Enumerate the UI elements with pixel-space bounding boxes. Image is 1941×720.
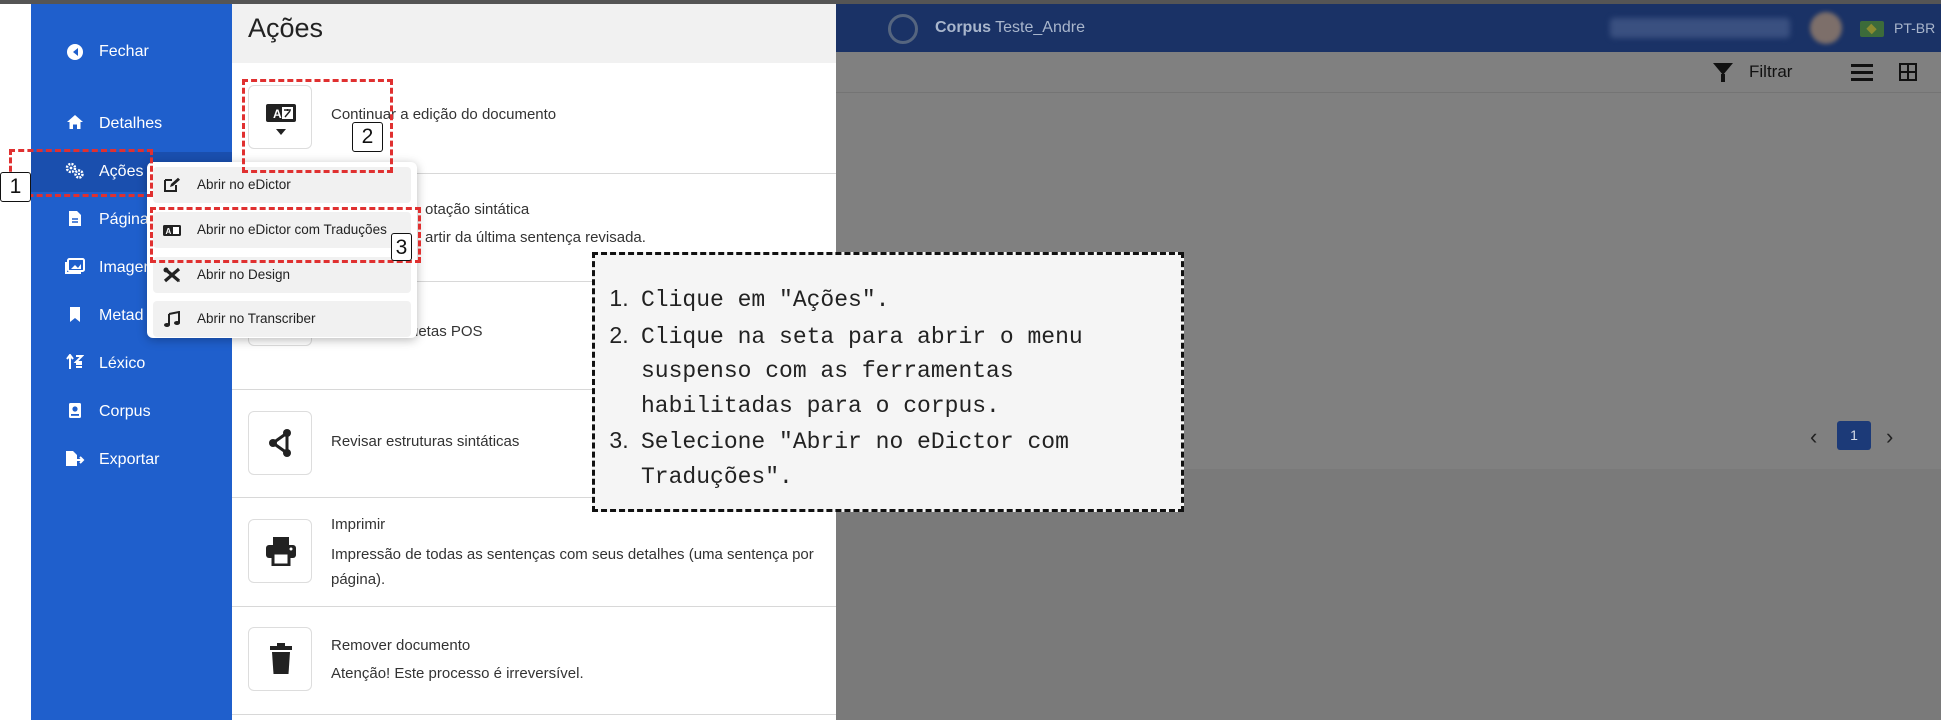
chevron-left-icon[interactable]: ‹ bbox=[1810, 424, 1817, 450]
sidebar-item-label: Fechar bbox=[99, 43, 149, 60]
instructions-box: Clique em "Ações". Clique na seta para a… bbox=[592, 252, 1184, 512]
corpus-name: Teste_Andre bbox=[995, 19, 1085, 36]
sort-icon bbox=[65, 353, 85, 374]
edit-icon bbox=[164, 177, 180, 192]
instruction-step: Clique na seta para abrir o menu suspens… bbox=[635, 318, 1165, 424]
action-title: Remover documento bbox=[331, 637, 471, 654]
file-export-icon bbox=[65, 450, 85, 470]
sidebar-item-fechar[interactable]: Fechar bbox=[31, 32, 232, 72]
panel-title: Ações bbox=[248, 13, 324, 43]
sidebar-item-detalhes[interactable]: Detalhes bbox=[31, 104, 232, 144]
sidebar-item-exportar[interactable]: Exportar bbox=[31, 440, 232, 480]
step-marker-3: 3 bbox=[391, 233, 412, 261]
grid-view-icon[interactable] bbox=[1899, 63, 1917, 81]
instruction-step: Clique em "Ações". bbox=[635, 281, 1165, 318]
music-icon bbox=[164, 311, 180, 327]
app-logo-icon bbox=[888, 14, 918, 44]
sidebar-item-lexico[interactable]: Léxico bbox=[31, 344, 232, 384]
home-icon bbox=[65, 114, 85, 134]
brazil-flag-icon[interactable] bbox=[1860, 21, 1884, 37]
action-icon-button[interactable] bbox=[248, 411, 312, 475]
image-icon bbox=[65, 258, 85, 278]
user-name[interactable] bbox=[1610, 18, 1790, 38]
action-description: Impressão de todas as sentenças com seus… bbox=[331, 546, 814, 588]
tree-icon bbox=[269, 429, 291, 457]
menu-item-label: Abrir no Transcriber bbox=[197, 311, 316, 326]
corpus-title: Corpus Teste_Andre bbox=[935, 19, 1085, 37]
action-row-remover-documento[interactable]: Remover documento Atenção! Este processo… bbox=[232, 607, 836, 715]
sidebar-item-label: Exportar bbox=[99, 451, 160, 468]
action-title: otação sintática bbox=[425, 201, 530, 218]
highlight-edictor-traducoes bbox=[150, 207, 421, 263]
list-view-icon[interactable] bbox=[1851, 64, 1873, 82]
sidebar-item-label: Metad bbox=[99, 307, 144, 324]
panel-header: Ações bbox=[232, 4, 836, 63]
app-header: Corpus Teste_Andre PT-BR bbox=[835, 4, 1941, 52]
action-icon-button[interactable] bbox=[248, 627, 312, 691]
book-icon bbox=[65, 402, 85, 422]
design-tools-icon bbox=[163, 267, 181, 283]
print-icon bbox=[266, 537, 296, 566]
file-icon bbox=[65, 210, 85, 230]
menu-item-abrir-transcriber[interactable]: Abrir no Transcriber bbox=[153, 301, 411, 337]
sidebar: Fechar Detalhes Ações Página Imagem Meta… bbox=[31, 4, 232, 720]
sidebar-item-label: Corpus bbox=[99, 403, 151, 420]
arrow-circle-left-icon bbox=[65, 42, 85, 62]
sidebar-item-label: Léxico bbox=[99, 355, 146, 372]
left-gutter bbox=[0, 4, 31, 720]
step-marker-1: 1 bbox=[0, 172, 31, 202]
action-row-imprimir[interactable]: Imprimir Impressão de todas as sentenças… bbox=[232, 498, 836, 607]
action-title: Revisar estruturas sintáticas bbox=[331, 433, 520, 450]
filter-icon[interactable] bbox=[1713, 63, 1733, 82]
filter-button[interactable]: Filtrar bbox=[1749, 62, 1792, 82]
corpus-prefix: Corpus bbox=[935, 19, 991, 36]
chevron-right-icon[interactable]: › bbox=[1886, 424, 1893, 450]
menu-item-label: Abrir no Design bbox=[197, 267, 291, 282]
page-number-button[interactable]: 1 bbox=[1837, 421, 1871, 450]
avatar[interactable] bbox=[1810, 12, 1842, 44]
action-title: uetas POS bbox=[410, 323, 483, 340]
action-description: Atenção! Este processo é irreversível. bbox=[331, 665, 584, 682]
language-label[interactable]: PT-BR bbox=[1894, 20, 1935, 36]
action-title: Imprimir bbox=[331, 516, 386, 533]
instructions-list: Clique em "Ações". Clique na seta para a… bbox=[595, 255, 1181, 494]
bookmark-icon bbox=[65, 306, 85, 326]
trash-icon bbox=[270, 643, 292, 674]
action-description: artir da última sentença revisada. bbox=[425, 229, 646, 246]
instruction-step: Selecione "Abrir no eDictor com Traduçõe… bbox=[635, 423, 1165, 494]
action-icon-button[interactable] bbox=[248, 519, 312, 583]
menu-item-label: Abrir no eDictor bbox=[197, 177, 291, 192]
sidebar-item-corpus[interactable]: Corpus bbox=[31, 392, 232, 432]
sidebar-item-label: Página bbox=[99, 211, 149, 228]
sidebar-item-label: Detalhes bbox=[99, 115, 163, 132]
toolbar: Filtrar bbox=[835, 52, 1941, 93]
step-marker-2: 2 bbox=[352, 122, 383, 152]
